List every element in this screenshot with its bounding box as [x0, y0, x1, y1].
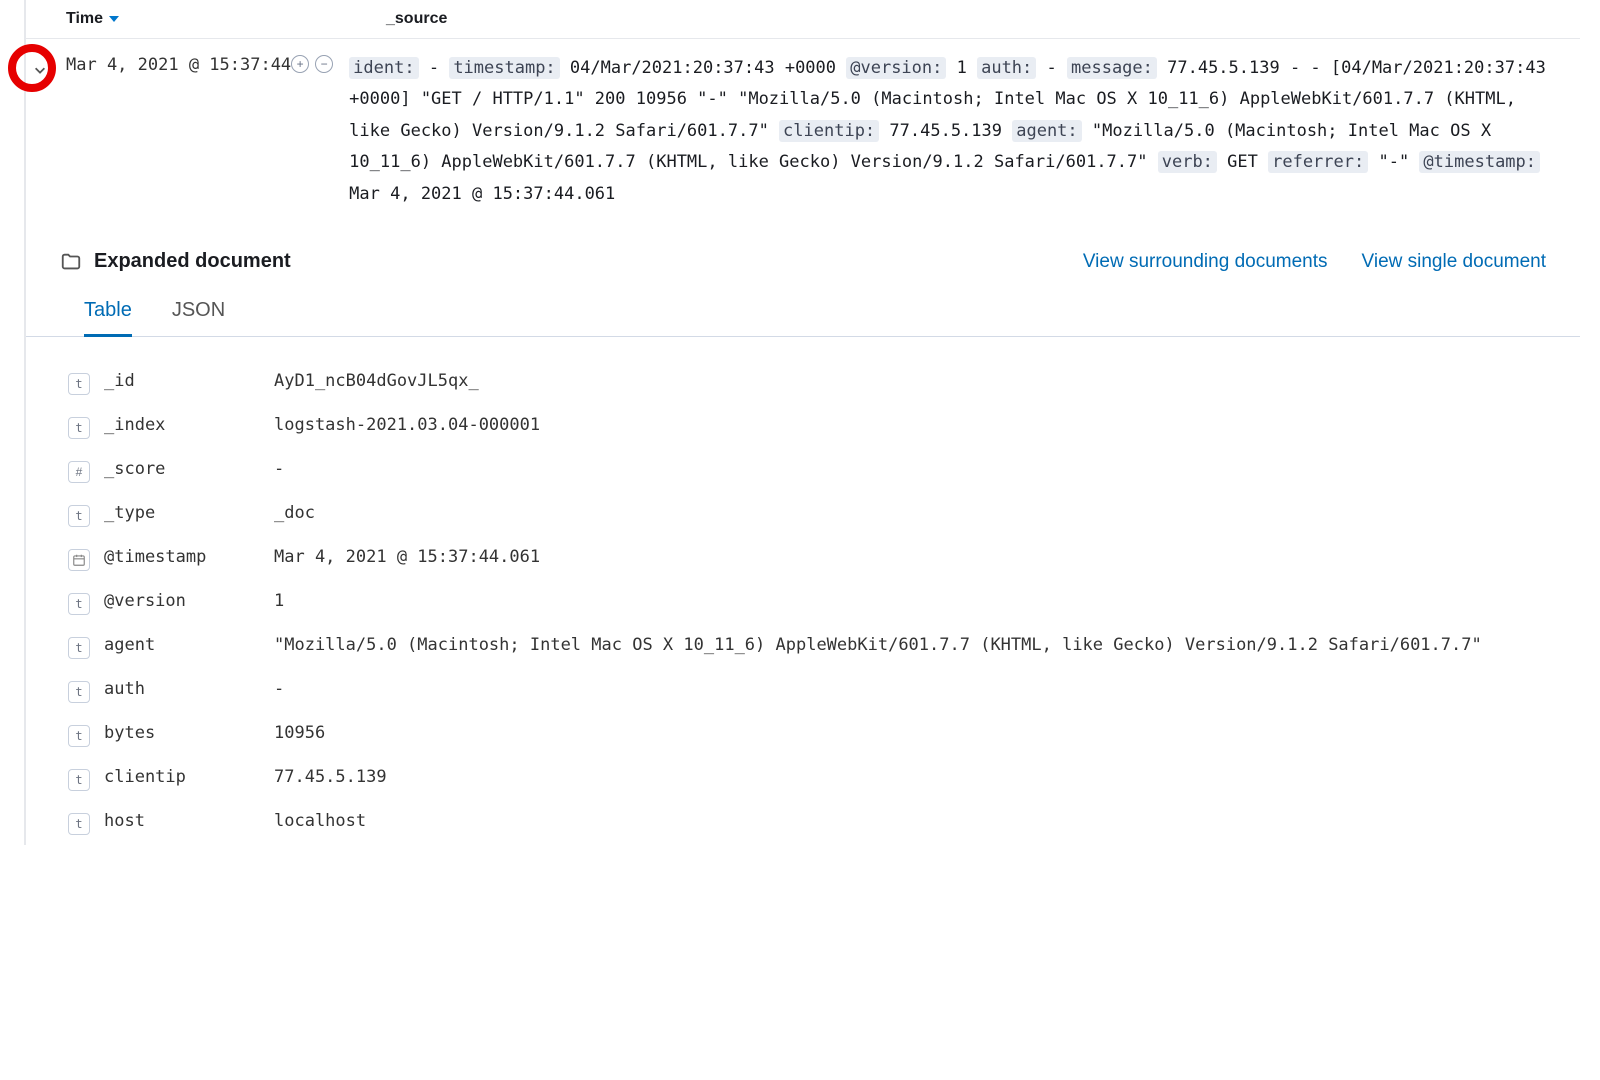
table-row: Mar 4, 2021 @ 15:37:44 + − ident: - time… [26, 39, 1580, 230]
field-name: clientip [104, 767, 274, 787]
source-field-value: Mar 4, 2021 @ 15:37:44.061 [349, 184, 615, 204]
source-field-value: 77.45.5.139 [879, 121, 1012, 141]
field-value: _doc [274, 503, 1546, 523]
field-type-icon [68, 549, 90, 571]
source-field-key: timestamp: [449, 57, 559, 79]
field-type-icon: t [68, 417, 90, 439]
fields-table: t_idAyD1_ncB04dGovJL5qx_t_indexlogstash-… [26, 337, 1580, 845]
tab-table[interactable]: Table [84, 299, 132, 337]
source-field-key: referrer: [1268, 151, 1368, 173]
field-row: t _type_doc [68, 493, 1546, 537]
column-header-time[interactable]: Time [66, 10, 326, 28]
field-name: _id [104, 371, 274, 391]
field-type-icon: t [68, 725, 90, 747]
add-filter-icon[interactable]: + [291, 55, 309, 73]
field-value: 1 [274, 591, 1546, 611]
source-field-key: auth: [977, 57, 1036, 79]
field-row: tagent"Mozilla/5.0 (Macintosh; Intel Mac… [68, 625, 1546, 669]
field-name: host [104, 811, 274, 831]
field-name: _score [104, 459, 274, 479]
field-row: t clientip77.45.5.139 [68, 757, 1546, 801]
remove-filter-icon[interactable]: − [315, 55, 333, 73]
field-value: 10956 [274, 723, 1546, 743]
field-type-icon: t [68, 681, 90, 703]
field-row: thostlocalhost [68, 801, 1546, 845]
field-value: localhost [274, 811, 1546, 831]
source-field-key: ident: [349, 57, 418, 79]
field-row: tbytes10956 [68, 713, 1546, 757]
source-field-value: GET [1217, 152, 1268, 172]
field-type-icon: t [68, 813, 90, 835]
folder-icon [60, 251, 82, 273]
field-name: bytes [104, 723, 274, 743]
row-action-icons: + − [291, 53, 333, 73]
field-row: t _idAyD1_ncB04dGovJL5qx_ [68, 361, 1546, 405]
field-name: _index [104, 415, 274, 435]
field-row: tauth- [68, 669, 1546, 713]
field-type-icon: t [68, 593, 90, 615]
field-row: t _indexlogstash-2021.03.04-000001 [68, 405, 1546, 449]
field-value: - [274, 459, 1546, 479]
cell-source: ident: - timestamp: 04/Mar/2021:20:37:43… [349, 53, 1560, 210]
field-value: logstash-2021.03.04-000001 [274, 415, 1546, 435]
field-type-icon: t [68, 769, 90, 791]
source-field-value: - [1036, 58, 1067, 78]
field-name: auth [104, 679, 274, 699]
source-field-value: "-" [1368, 152, 1419, 172]
field-type-icon: t [68, 505, 90, 527]
source-field-value: - [419, 58, 450, 78]
field-value: Mar 4, 2021 @ 15:37:44.061 [274, 547, 1546, 567]
tab-json[interactable]: JSON [172, 299, 225, 336]
annotation-circle [8, 44, 56, 92]
sort-desc-icon [109, 16, 119, 22]
view-single-link[interactable]: View single document [1362, 251, 1546, 273]
field-type-icon: # [68, 461, 90, 483]
field-type-icon: t [68, 637, 90, 659]
field-value: - [274, 679, 1546, 699]
field-value: "Mozilla/5.0 (Macintosh; Intel Mac OS X … [274, 635, 1546, 655]
source-field-key: @timestamp: [1419, 151, 1540, 173]
expanded-title: Expanded document [60, 250, 291, 273]
field-type-icon: t [68, 373, 90, 395]
field-row: @timestampMar 4, 2021 @ 15:37:44.061 [68, 537, 1546, 581]
source-field-key: verb: [1158, 151, 1217, 173]
field-name: agent [104, 635, 274, 655]
field-value: 77.45.5.139 [274, 767, 1546, 787]
source-field-key: agent: [1012, 120, 1081, 142]
field-value: AyD1_ncB04dGovJL5qx_ [274, 371, 1546, 391]
field-name: @timestamp [104, 547, 274, 567]
source-field-key: @version: [846, 57, 946, 79]
source-field-key: clientip: [779, 120, 879, 142]
source-field-key: message: [1067, 57, 1157, 79]
cell-time: Mar 4, 2021 @ 15:37:44 [66, 53, 291, 75]
detail-tabs: Table JSON [26, 273, 1580, 337]
column-header-time-label: Time [66, 10, 103, 28]
view-surrounding-link[interactable]: View surrounding documents [1083, 251, 1328, 273]
field-row: t @version1 [68, 581, 1546, 625]
field-name: @version [104, 591, 274, 611]
field-name: _type [104, 503, 274, 523]
source-field-value: 1 [946, 58, 977, 78]
discover-doc-table: Time _source Mar 4, 2021 @ 15:37:44 + − … [24, 0, 1580, 845]
expanded-title-label: Expanded document [94, 250, 291, 273]
source-field-value: 04/Mar/2021:20:37:43 +0000 [560, 58, 847, 78]
expanded-header: Expanded document View surrounding docum… [26, 230, 1580, 273]
column-header-source[interactable]: _source [386, 10, 447, 28]
field-row: # _score - [68, 449, 1546, 493]
expanded-links: View surrounding documents View single d… [1083, 251, 1546, 273]
table-header: Time _source [26, 0, 1580, 39]
